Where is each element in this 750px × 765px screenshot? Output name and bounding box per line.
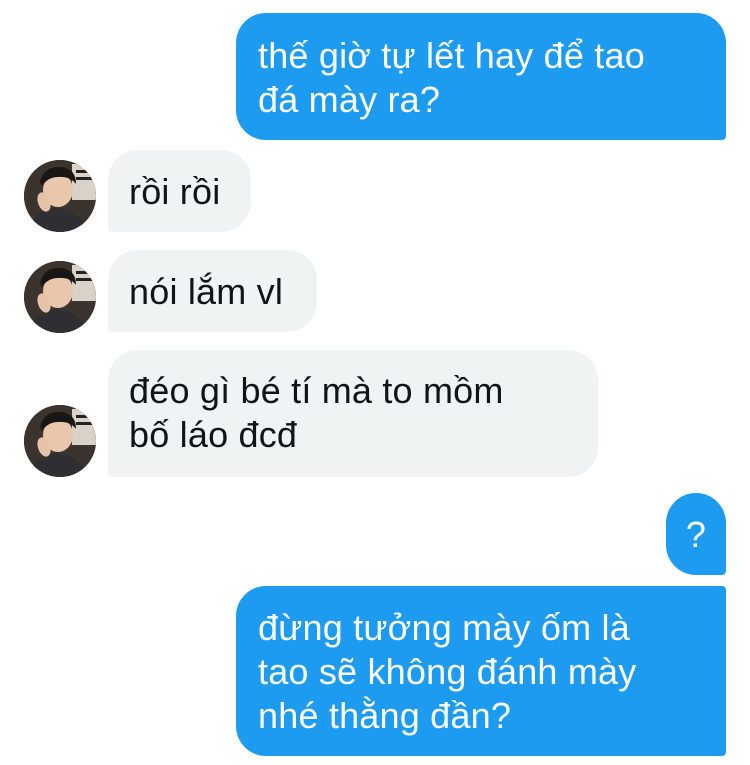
profile-photo-icon xyxy=(24,160,96,232)
profile-photo-icon xyxy=(24,405,96,477)
received-message[interactable]: rồi rồi xyxy=(108,150,251,232)
contact-avatar[interactable] xyxy=(24,261,96,333)
sent-message[interactable]: thế giờ tự lết hay để tao đá mày ra? xyxy=(236,13,726,140)
conversation-thread: thế giờ tự lết hay để tao đá mày ra? rồi… xyxy=(0,0,750,765)
profile-photo-icon xyxy=(24,261,96,333)
received-message[interactable]: nói lắm vl xyxy=(108,250,317,332)
contact-avatar[interactable] xyxy=(24,160,96,232)
sent-message[interactable]: đừng tưởng mày ốm là tao sẽ không đánh m… xyxy=(236,586,726,756)
received-message[interactable]: đéo gì bé tí mà to mồm bố láo đcđ xyxy=(108,350,598,477)
contact-avatar[interactable] xyxy=(24,405,96,477)
sent-message[interactable]: ? xyxy=(666,493,726,575)
